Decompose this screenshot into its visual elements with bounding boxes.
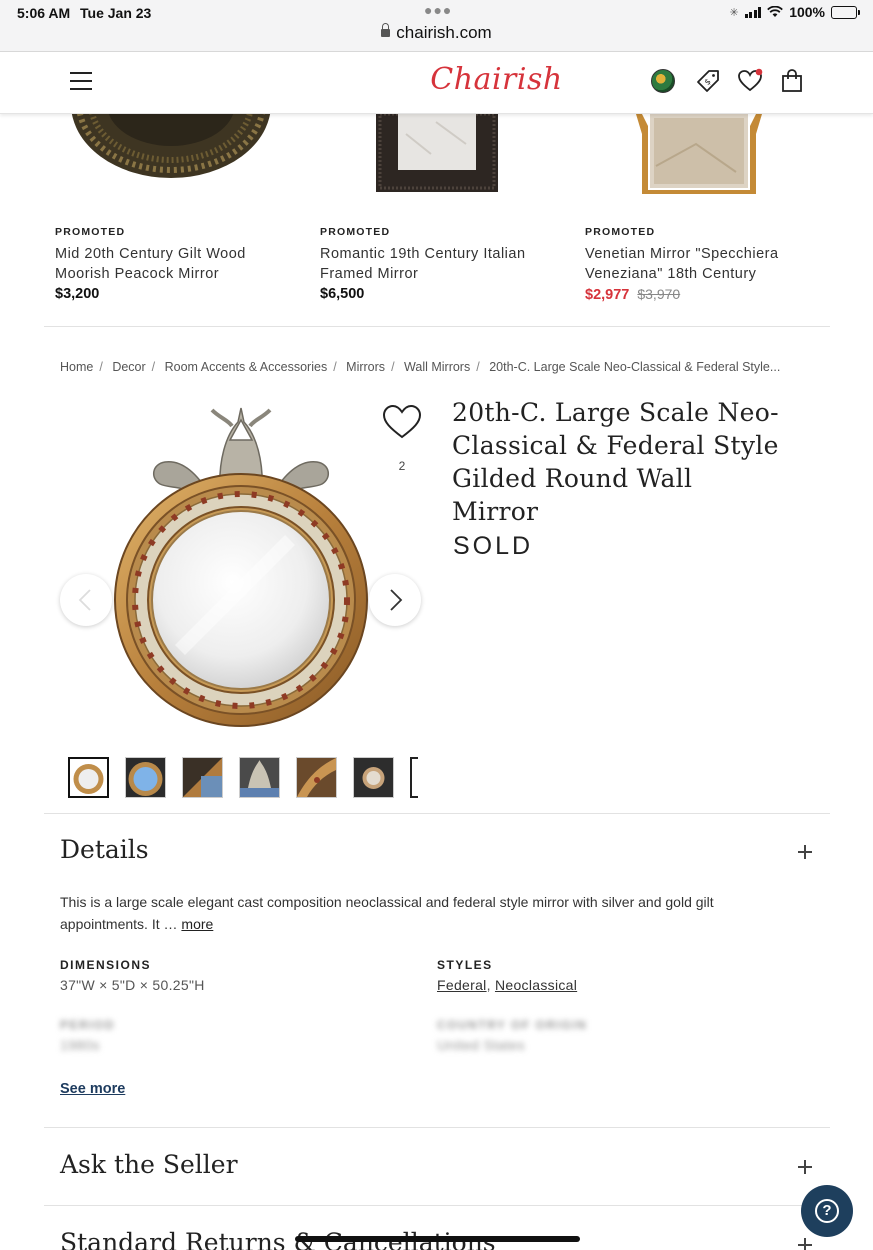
activity-icon: ✳	[729, 6, 739, 19]
origin-label: COUNTRY OF ORIGIN	[437, 1018, 588, 1032]
thumbnail-strip	[68, 757, 418, 798]
battery-icon	[831, 5, 860, 19]
more-dots-icon[interactable]: ●●●	[424, 2, 452, 18]
gallery-prev-button[interactable]	[60, 574, 112, 626]
chevron-left-icon	[78, 589, 91, 611]
promoted-price: $3,200	[55, 286, 100, 302]
original-price: $3,970	[637, 286, 681, 302]
breadcrumb-mirrors[interactable]: Mirrors	[346, 360, 385, 374]
thumbnail-5[interactable]	[296, 757, 337, 798]
status-date: Tue Jan 23	[80, 5, 152, 21]
url-text: chairish.com	[396, 23, 492, 42]
style-link-federal[interactable]: Federal	[437, 977, 487, 993]
promoted-item-1[interactable]: PROMOTED Mid 20th Century Gilt Wood Moor…	[55, 226, 305, 302]
breadcrumb-home[interactable]: Home	[60, 360, 93, 374]
description-more-link[interactable]: more	[181, 916, 213, 932]
breadcrumb-wall-mirrors[interactable]: Wall Mirrors	[404, 360, 470, 374]
thumbnail-4[interactable]	[239, 757, 280, 798]
promoted-title[interactable]: Romantic 19th Century Italian Framed Mir…	[320, 244, 570, 284]
divider	[44, 326, 830, 327]
question-mark-icon: ?	[815, 1199, 839, 1223]
lock-icon	[381, 23, 391, 37]
thumbnail-3[interactable]	[182, 757, 223, 798]
dimensions-label: DIMENSIONS	[60, 958, 152, 972]
promoted-title[interactable]: Venetian Mirror "Specchiera Veneziana" 1…	[585, 244, 835, 284]
price-tag-icon[interactable]: $	[695, 68, 721, 94]
promoted-tag: PROMOTED	[585, 226, 656, 238]
favorite-control[interactable]: 2	[382, 404, 422, 473]
promoted-tag: PROMOTED	[320, 226, 391, 238]
product-description: This is a large scale elegant cast compo…	[60, 891, 780, 935]
status-time: 5:06 AM	[17, 5, 71, 21]
cellular-signal-icon	[744, 6, 762, 18]
sold-label: SOLD	[453, 532, 534, 560]
home-indicator[interactable]	[295, 1236, 580, 1242]
promoted-price: $2,977 $3,970	[585, 286, 835, 303]
breadcrumb-current: 20th-C. Large Scale Neo-Classical & Fede…	[489, 360, 781, 374]
promoted-item-2[interactable]: PROMOTED Romantic 19th Century Italian F…	[320, 226, 570, 302]
product-title: 20th-C. Large Scale Neo-Classical & Fede…	[452, 398, 779, 526]
favorite-heart-icon[interactable]	[382, 404, 422, 440]
wifi-icon	[767, 6, 784, 17]
shopping-bag-icon[interactable]	[779, 68, 805, 94]
gallery-next-button[interactable]	[369, 574, 421, 626]
description-text: This is a large scale elegant cast compo…	[60, 894, 714, 932]
promoted-listings: PROMOTED Mid 20th Century Gilt Wood Moor…	[0, 114, 873, 326]
breadcrumb-decor[interactable]: Decor	[112, 360, 145, 374]
heart-icon[interactable]	[737, 68, 763, 94]
breadcrumb: Home / Decor / Room Accents & Accessories /…	[60, 360, 781, 374]
chevron-right-icon	[390, 589, 403, 611]
promoted-item-image-3[interactable]	[636, 114, 762, 194]
product-main-image[interactable]	[60, 400, 422, 740]
promoted-item-image-2[interactable]	[376, 114, 498, 192]
style-link-neoclassical[interactable]: Neoclassical	[495, 977, 577, 993]
promoted-title[interactable]: Mid 20th Century Gilt Wood Moorish Peaco…	[55, 244, 305, 284]
promoted-item-3[interactable]: PROMOTED Venetian Mirror "Specchiera Ven…	[585, 226, 835, 303]
site-header: Chairish $	[0, 52, 873, 114]
see-more-link[interactable]: See more	[60, 1081, 125, 1097]
breadcrumb-room-accents[interactable]: Room Accents & Accessories	[165, 360, 328, 374]
sale-price: $2,977	[585, 287, 630, 303]
thumbnail-7-partial[interactable]	[410, 757, 418, 798]
period-label: PERIOD	[60, 1018, 116, 1032]
divider	[44, 1205, 830, 1206]
returns-expand-plus-icon[interactable]	[798, 1238, 812, 1250]
help-chat-button[interactable]: ?	[801, 1185, 853, 1237]
promoted-tag: PROMOTED	[55, 226, 126, 238]
svg-text:$: $	[703, 77, 713, 87]
divider	[44, 813, 830, 814]
ask-seller-heading[interactable]: Ask the Seller	[60, 1150, 238, 1179]
dimensions-value: 37"W × 5"D × 50.25"H	[60, 977, 205, 993]
thumbnail-6[interactable]	[353, 757, 394, 798]
promoted-price: $6,500	[320, 286, 365, 302]
battery-percent: 100%	[789, 4, 825, 20]
thumbnail-1[interactable]	[68, 757, 109, 798]
details-heading[interactable]: Details	[60, 835, 149, 864]
address-bar[interactable]: chairish.com	[0, 23, 873, 43]
styles-label: STYLES	[437, 958, 493, 972]
avatar[interactable]	[651, 69, 675, 93]
promoted-item-image-1[interactable]	[70, 114, 272, 180]
styles-value: Federal, Neoclassical	[437, 977, 578, 993]
browser-status-bar: 5:06 AM Tue Jan 23 ●●● chairish.com ✳ 10…	[0, 0, 873, 52]
period-value: 1980s	[60, 1037, 100, 1053]
thumbnail-2[interactable]	[125, 757, 166, 798]
ask-seller-expand-plus-icon[interactable]	[798, 1160, 812, 1174]
status-indicators: ✳ 100%	[729, 4, 860, 20]
divider	[44, 1127, 830, 1128]
details-expand-plus-icon[interactable]	[798, 845, 812, 859]
favorite-count: 2	[398, 459, 406, 473]
origin-value: United States	[437, 1037, 525, 1053]
